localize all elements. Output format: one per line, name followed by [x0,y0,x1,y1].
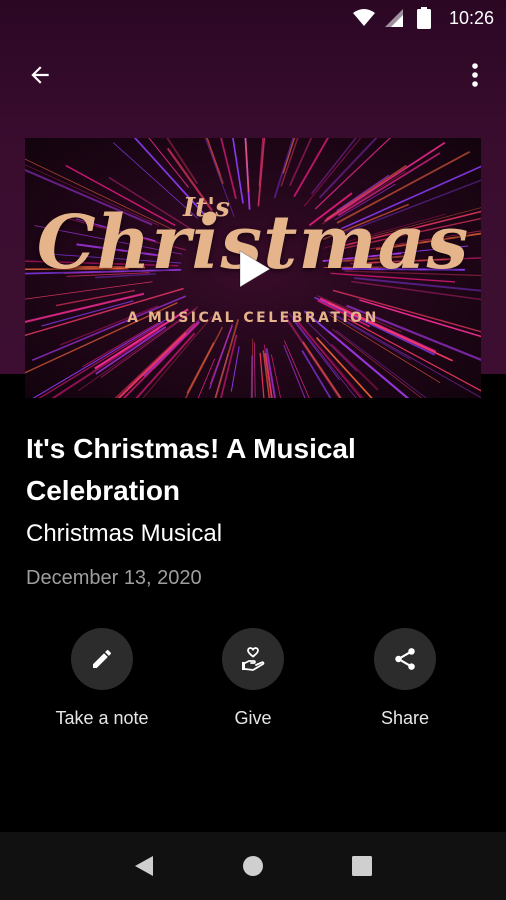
share-label: Share [380,708,430,728]
take-note-circle[interactable] [71,628,133,690]
series-name: Christmas Musical [26,520,223,547]
play-icon [239,250,271,288]
burst-streak [293,138,329,198]
burst-streak [148,138,189,188]
burst-streak [284,340,310,398]
give-button[interactable]: Give [173,628,333,729]
video-player[interactable]: It's Christmas A MUSICAL CELEBRATION [25,138,481,398]
arrow-left-icon [31,66,49,84]
nav-recents-button[interactable] [342,846,382,886]
back-triangle-icon [135,856,154,876]
back-button[interactable] [20,58,60,92]
sermon-title: It's Christmas! A Musical Celebration [26,433,356,506]
burst-streak [250,355,253,398]
burst-streak [220,138,237,200]
give-label: Give [234,708,272,728]
play-button[interactable] [231,246,277,292]
pencil-icon [93,649,111,668]
nav-back-button[interactable] [124,846,164,886]
more-vert-icon [472,63,478,87]
burst-streak [186,342,215,394]
share-icon [395,648,415,670]
cell-signal-icon [383,7,405,29]
battery-icon [413,7,435,29]
home-circle-icon [242,856,263,876]
share-button[interactable]: Share [325,628,485,729]
burst-streak [220,334,238,398]
burst-streak [327,330,410,398]
action-row: Take a note Give Share [0,628,506,738]
artwork-subtitle: A MUSICAL CELEBRATION [127,310,379,326]
sermon-date: December 13, 2020 [26,567,202,589]
take-note-button[interactable]: Take a note [22,628,182,729]
app-bar [0,50,506,100]
burst-streak [257,138,266,207]
burst-streak [310,138,357,195]
status-time: 10:26 [448,7,494,28]
more-options-button[interactable] [460,58,490,92]
status-bar: 10:26 [0,0,506,36]
burst-streak [253,342,256,398]
recents-square-icon [351,856,372,876]
burst-streak [270,354,282,398]
burst-streak [292,318,340,381]
wifi-icon [352,7,375,29]
burst-streak [214,319,240,398]
burst-streak [302,341,342,398]
system-nav-bar [0,832,506,900]
give-circle[interactable] [222,628,284,690]
nav-home-button[interactable] [233,846,273,886]
share-circle[interactable] [374,628,436,690]
give-hand-heart-icon [242,647,265,671]
burst-streak [282,138,296,174]
take-note-label: Take a note [55,708,149,728]
